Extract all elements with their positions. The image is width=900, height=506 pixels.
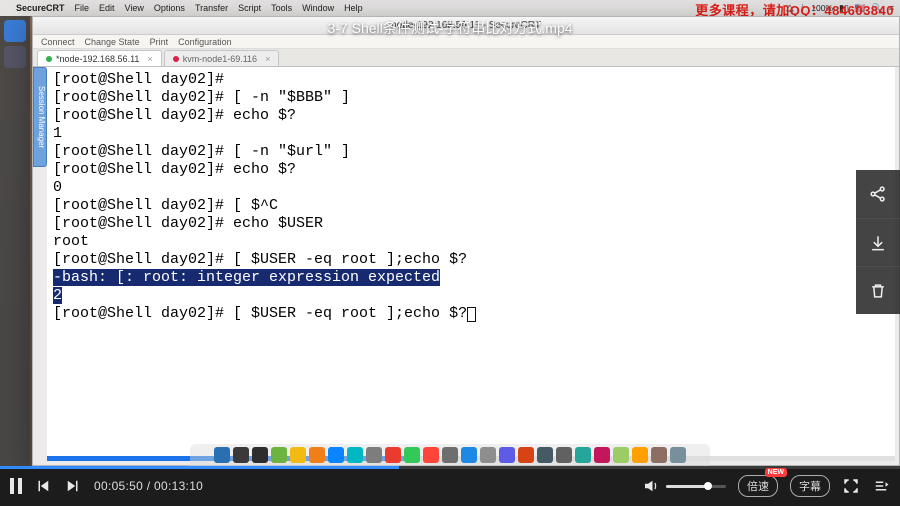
sidebar-app-icon[interactable]	[4, 46, 26, 68]
dock-app-icon[interactable]	[613, 447, 629, 463]
finder-sidebar-icon[interactable]	[4, 20, 26, 42]
dock-app-icon[interactable]	[518, 447, 534, 463]
toolbar-change-state[interactable]: Change State	[85, 37, 140, 47]
share-icon	[868, 184, 888, 204]
progress-fill	[0, 466, 399, 469]
menu-tools[interactable]: Tools	[271, 3, 292, 13]
playlist-icon	[872, 477, 890, 495]
tab-inactive[interactable]: kvm-node1-69.116 ×	[164, 50, 280, 66]
tab-strip: *node-192.168.56.11 × kvm-node1-69.116 ×	[33, 49, 899, 67]
total-time: 00:13:10	[154, 479, 203, 493]
dock-app-icon[interactable]	[328, 447, 344, 463]
dock-app-icon[interactable]	[556, 447, 572, 463]
prev-button[interactable]	[34, 477, 52, 495]
toolbar-configuration[interactable]: Configuration	[178, 37, 232, 47]
pause-button[interactable]	[10, 478, 22, 494]
dock-app-icon[interactable]	[385, 447, 401, 463]
left-dock	[0, 16, 30, 466]
menubar-app-name: SecureCRT	[16, 3, 65, 13]
menu-transfer[interactable]: Transfer	[195, 3, 228, 13]
video-controls: 00:05:50 / 00:13:10 倍速 NEW 字幕	[0, 466, 900, 506]
menu-help[interactable]: Help	[344, 3, 363, 13]
mac-dock[interactable]	[190, 444, 710, 466]
dock-app-icon[interactable]	[480, 447, 496, 463]
fullscreen-icon	[842, 477, 860, 495]
dock-app-icon[interactable]	[632, 447, 648, 463]
menu-script[interactable]: Script	[238, 3, 261, 13]
next-button[interactable]	[64, 477, 82, 495]
dock-app-icon[interactable]	[214, 447, 230, 463]
new-badge: NEW	[765, 468, 787, 477]
dock-app-icon[interactable]	[309, 447, 325, 463]
volume-knob[interactable]	[704, 482, 712, 490]
download-button[interactable]	[856, 218, 900, 266]
subtitle-button[interactable]: 字幕	[790, 475, 830, 497]
dock-app-icon[interactable]	[271, 447, 287, 463]
dock-app-icon[interactable]	[575, 447, 591, 463]
dock-app-icon[interactable]	[252, 447, 268, 463]
volume-slider[interactable]	[666, 485, 726, 488]
pause-icon	[10, 478, 22, 494]
volume-control[interactable]	[642, 477, 726, 495]
tab-label: kvm-node1-69.116	[183, 54, 257, 64]
current-time: 00:05:50	[94, 479, 143, 493]
dock-app-icon[interactable]	[423, 447, 439, 463]
download-icon	[868, 233, 888, 253]
speed-label: 倍速	[747, 481, 769, 493]
dock-app-icon[interactable]	[461, 447, 477, 463]
tab-active[interactable]: *node-192.168.56.11 ×	[37, 50, 162, 66]
menu-options[interactable]: Options	[154, 3, 185, 13]
skip-prev-icon	[34, 477, 52, 495]
dock-app-icon[interactable]	[404, 447, 420, 463]
fullscreen-button[interactable]	[842, 477, 860, 495]
playlist-button[interactable]	[872, 477, 890, 495]
subtitle-label: 字幕	[799, 481, 821, 493]
dock-app-icon[interactable]	[670, 447, 686, 463]
dock-app-icon[interactable]	[594, 447, 610, 463]
video-title-overlay: 3-7 Shell条件测试-字符串比对方式.mp4	[327, 18, 572, 38]
time-display: 00:05:50 / 00:13:10	[94, 479, 203, 493]
volume-icon	[642, 477, 660, 495]
toolbar-print[interactable]: Print	[150, 37, 169, 47]
terminal-output[interactable]: [root@Shell day02]# [root@Shell day02]# …	[47, 67, 895, 327]
trash-icon	[868, 281, 888, 301]
menu-view[interactable]: View	[125, 3, 144, 13]
menu-edit[interactable]: Edit	[99, 3, 115, 13]
close-icon[interactable]: ×	[147, 54, 152, 64]
speed-button[interactable]: 倍速 NEW	[738, 475, 778, 497]
dock-app-icon[interactable]	[347, 447, 363, 463]
dock-app-icon[interactable]	[442, 447, 458, 463]
delete-button[interactable]	[856, 266, 900, 314]
status-dot-icon	[46, 56, 52, 62]
session-manager-tab[interactable]: Session Manager	[33, 67, 47, 167]
toolbar-connect[interactable]: Connect	[41, 37, 75, 47]
terminal-area[interactable]: [root@Shell day02]# [root@Shell day02]# …	[47, 67, 895, 461]
menu-file[interactable]: File	[75, 3, 90, 13]
dock-app-icon[interactable]	[233, 447, 249, 463]
share-button[interactable]	[856, 170, 900, 218]
close-icon[interactable]: ×	[265, 54, 270, 64]
dock-app-icon[interactable]	[651, 447, 667, 463]
side-action-bar	[856, 170, 900, 314]
menu-window[interactable]: Window	[302, 3, 334, 13]
skip-next-icon	[64, 477, 82, 495]
dock-app-icon[interactable]	[499, 447, 515, 463]
dock-app-icon[interactable]	[366, 447, 382, 463]
dock-app-icon[interactable]	[290, 447, 306, 463]
tab-label: *node-192.168.56.11	[56, 54, 139, 64]
status-dot-icon	[173, 56, 179, 62]
securecrt-window: node-192.168.56.11 - SecureCRT Connect C…	[32, 16, 900, 466]
dock-app-icon[interactable]	[537, 447, 553, 463]
